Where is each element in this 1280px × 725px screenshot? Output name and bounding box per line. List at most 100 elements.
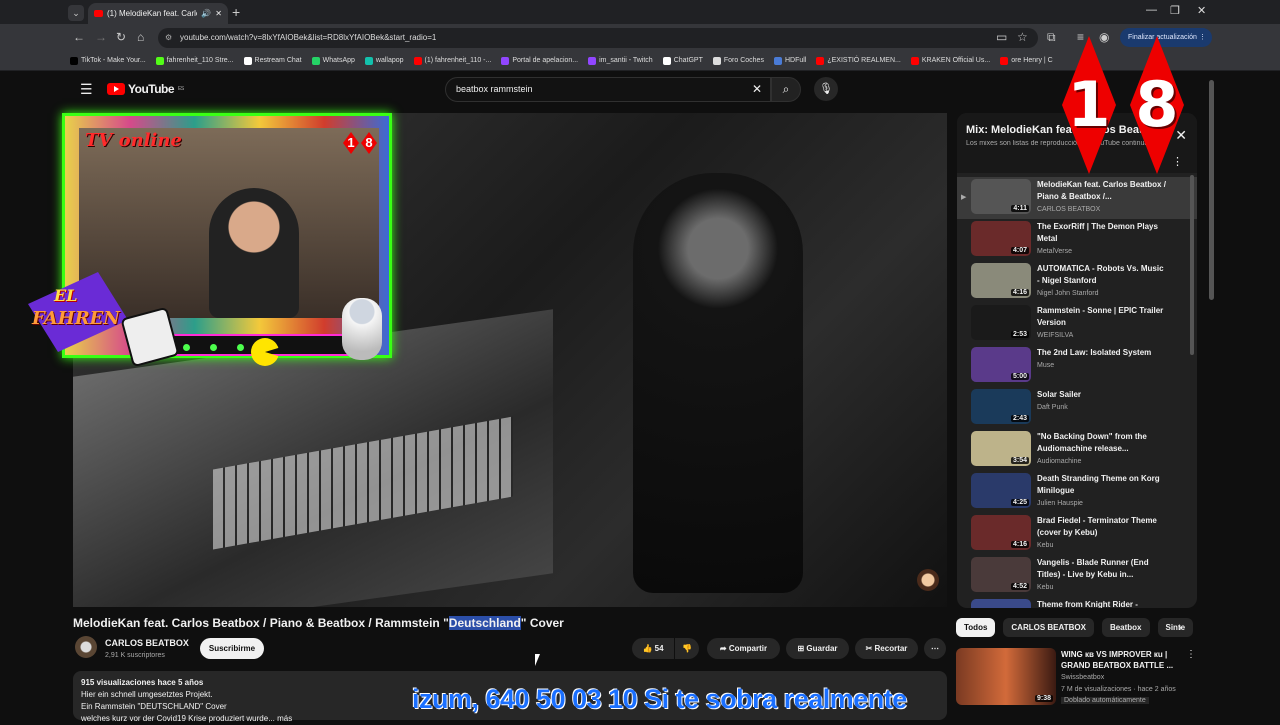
bookmark-item[interactable]: Foro Coches xyxy=(712,56,764,65)
playlist-duration: 4:52 xyxy=(1010,583,1029,590)
voice-search-button[interactable]: 🎙 xyxy=(814,77,838,101)
clip-button[interactable]: ✂ Recortar xyxy=(855,638,918,659)
search-button[interactable]: ⌕ xyxy=(771,77,801,102)
bookmark-item[interactable]: im_santii - Twitch xyxy=(588,56,653,65)
filter-chip[interactable]: Beatbox xyxy=(1101,618,1150,637)
playlist-scrollbar[interactable] xyxy=(1190,175,1194,355)
new-tab-button[interactable]: + xyxy=(232,4,240,20)
playlist-item[interactable]: 4:25 Death Stranding Theme on Korg Minilo… xyxy=(957,471,1197,513)
filter-chip[interactable]: Todos xyxy=(956,618,996,637)
url-text: youtube.com/watch?v=8lxYfAIOBek&list=RD8… xyxy=(180,33,437,42)
playlist-duration: 4:07 xyxy=(1010,247,1029,254)
youtube-logo[interactable]: YouTube ES xyxy=(107,82,184,96)
save-button[interactable]: ⊞ Guardar xyxy=(786,638,849,659)
save-icon: ⊞ xyxy=(797,644,805,653)
chips-next-icon[interactable]: › xyxy=(1178,622,1182,634)
bookmark-item[interactable]: ¿EXISTIÓ REALMEN... xyxy=(816,56,901,65)
dislike-button[interactable]: 👎 xyxy=(675,638,699,659)
dubbed-badge: Doblado automáticamente xyxy=(1061,697,1149,704)
playlist-item[interactable]: 4:16 Brad Fiedel - Terminator Theme (cove… xyxy=(957,513,1197,555)
browser-tab-active[interactable]: (1) MelodieKan feat. Carlos 🔊 ✕ xyxy=(88,3,228,24)
recommended-more-icon[interactable]: ⋮ xyxy=(1186,649,1196,660)
playlist-item[interactable]: 4:52 Vangelis - Blade Runner (End Titles)… xyxy=(957,555,1197,597)
playlist-thumbnail[interactable] xyxy=(971,599,1031,608)
tab-search-dropdown[interactable]: ⌄ xyxy=(68,5,84,21)
logo-text: YouTube xyxy=(128,82,175,96)
share-button[interactable]: ➦ Compartir xyxy=(707,638,780,659)
playlist-video-title: The ExorRiff | The Demon Plays Metal xyxy=(1037,222,1158,243)
bookmark-item[interactable]: KRAKEN Official Us... xyxy=(910,56,990,65)
recommended-title[interactable]: WING кв VS IMPROVER кu | GRAND BEATBOX B… xyxy=(1061,649,1179,671)
reload-icon[interactable]: ↻ xyxy=(116,30,126,44)
search-icon: ⌕ xyxy=(782,82,790,96)
playlist-channel: MetalVerse xyxy=(1037,248,1073,255)
close-window-button[interactable]: ✕ xyxy=(1197,4,1206,17)
filter-chip[interactable]: CARLOS BEATBOX xyxy=(1003,618,1094,637)
bookmark-item[interactable]: WhatsApp xyxy=(311,56,355,65)
bookmark-item[interactable]: Restream Chat xyxy=(243,56,302,65)
site-info-icon[interactable]: ⚙ xyxy=(165,28,172,48)
like-button[interactable]: 👍 54 xyxy=(632,638,674,659)
playlist-thumbnail[interactable]: 5:00 xyxy=(971,347,1031,382)
playlist-item[interactable]: ▶ 4:11 MelodieKan feat. Carlos Beatbox / P… xyxy=(957,177,1197,219)
bookmark-item[interactable]: ore Henry | C xyxy=(1000,56,1053,65)
menu-icon[interactable]: ☰ xyxy=(80,81,93,98)
playlist-duration: 2:53 xyxy=(1010,331,1029,338)
bookmark-label: HDFull xyxy=(784,57,807,64)
clear-search-icon[interactable]: ✕ xyxy=(752,78,762,101)
browser-tab-strip: ⌄ (1) MelodieKan feat. Carlos 🔊 ✕ + — ❐ … xyxy=(0,0,1280,24)
playlist-thumbnail[interactable]: 4:52 xyxy=(971,557,1031,592)
back-icon[interactable]: ← xyxy=(73,30,85,44)
subscribe-button[interactable]: Suscribirme xyxy=(200,638,264,659)
recommended-video[interactable]: 9:38 WING кв VS IMPROVER кu | GRAND BEAT… xyxy=(956,648,1196,708)
bookmark-favicon-icon xyxy=(70,56,78,65)
channel-watermark[interactable] xyxy=(917,569,939,591)
maximize-button[interactable]: ❐ xyxy=(1170,4,1180,17)
playlist-thumbnail[interactable]: 4:16 xyxy=(971,515,1031,550)
audio-icon[interactable]: 🔊 xyxy=(201,9,211,18)
tab-close-icon[interactable]: ✕ xyxy=(215,9,222,18)
playlist-thumbnail[interactable]: 4:16 xyxy=(971,263,1031,298)
playlist-thumbnail[interactable]: 3:54 xyxy=(971,431,1031,466)
playlist-item[interactable]: Theme from Knight Rider - Recreation xyxy=(957,597,1197,608)
playlist-item[interactable]: 4:16 AUTOMATICA - Robots Vs. Music - Nige… xyxy=(957,261,1197,303)
playlist-video-title: The 2nd Law: Isolated System xyxy=(1037,348,1152,357)
bookmark-item[interactable]: fahrenheit_110 Stre... xyxy=(155,56,234,65)
more-actions-button[interactable]: ⋯ xyxy=(924,638,946,659)
bookmark-item[interactable]: (1) fahrenheit_110 -... xyxy=(413,56,491,65)
extensions-icon[interactable]: ⧉ xyxy=(1047,30,1056,45)
url-field[interactable]: ⚙ youtube.com/watch?v=8lxYfAIOBek&list=R… xyxy=(158,28,1038,48)
share-icon: ➦ xyxy=(719,644,727,653)
bookmark-item[interactable]: TikTok - Make Your... xyxy=(70,56,146,65)
bookmark-label: ChatGPT xyxy=(673,57,703,64)
channel-name[interactable]: CARLOS BEATBOX xyxy=(105,638,189,648)
playlist-thumbnail[interactable]: 2:43 xyxy=(971,389,1031,424)
channel-avatar[interactable] xyxy=(75,636,97,658)
minimize-button[interactable]: — xyxy=(1146,4,1157,16)
playlist-thumbnail[interactable]: 4:11 xyxy=(971,179,1031,214)
bookmark-item[interactable]: Portal de apelacion... xyxy=(501,56,578,65)
playlist-item[interactable]: 4:07 The ExorRiff | The Demon Plays Metal… xyxy=(957,219,1197,261)
playlist-item[interactable]: 2:53 Rammstein - Sonne | EPIC Trailer Ver… xyxy=(957,303,1197,345)
playlist-thumbnail[interactable]: 4:07 xyxy=(971,221,1031,256)
recommended-thumbnail[interactable]: 9:38 xyxy=(956,648,1056,705)
playlist-item[interactable]: 3:54 "No Backing Down" from the Audiomach… xyxy=(957,429,1197,471)
playlist-thumbnail[interactable]: 2:53 xyxy=(971,305,1031,340)
playlist-item[interactable]: 2:43 Solar Sailer Daft Punk xyxy=(957,387,1197,429)
bookmark-favicon-icon xyxy=(662,56,671,65)
bookmark-label: Restream Chat xyxy=(254,57,302,64)
search-input[interactable]: beatbox rammstein ✕ xyxy=(445,77,771,102)
bookmark-item[interactable]: ChatGPT xyxy=(662,56,703,65)
recommended-duration: 9:38 xyxy=(1034,695,1053,702)
bookmark-item[interactable]: wallapop xyxy=(364,56,404,65)
forward-icon[interactable]: → xyxy=(95,30,107,44)
recommended-channel[interactable]: Swissbeatbox xyxy=(1061,674,1104,681)
home-icon[interactable]: ⌂ xyxy=(137,30,144,44)
playlist-item[interactable]: 5:00 The 2nd Law: Isolated System Muse xyxy=(957,345,1197,387)
page-scrollbar[interactable] xyxy=(1209,80,1214,300)
bookmark-star-icon[interactable]: ☆ xyxy=(1017,30,1028,44)
filter-chip[interactable]: Sinte xyxy=(1157,618,1194,637)
playlist-thumbnail[interactable]: 4:25 xyxy=(971,473,1031,508)
cast-icon[interactable]: ▭ xyxy=(996,30,1007,44)
bookmark-item[interactable]: HDFull xyxy=(773,56,807,65)
